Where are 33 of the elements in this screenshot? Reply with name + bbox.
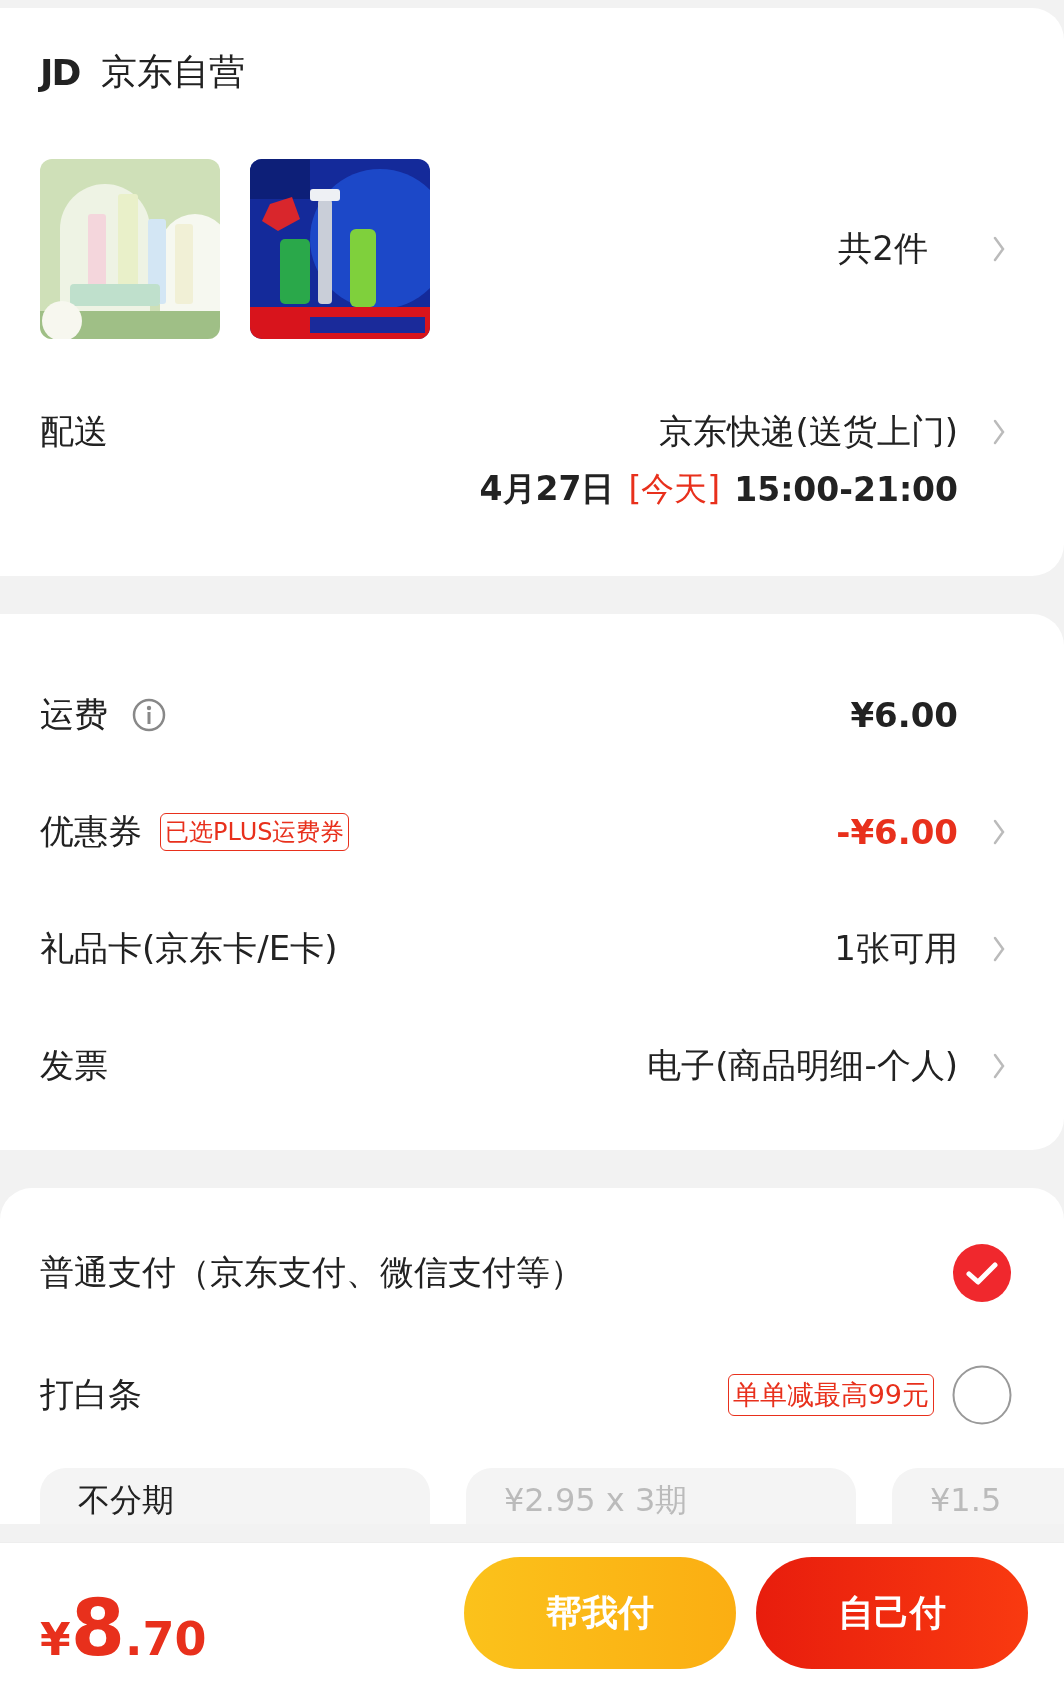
delivery-date: 4月27日 bbox=[479, 468, 615, 510]
row-value[interactable]: 1张可用 bbox=[834, 925, 958, 972]
pay-button[interactable]: 自己付 bbox=[756, 1557, 1028, 1669]
chevron-icon bbox=[992, 235, 1006, 263]
chevron-icon bbox=[992, 1051, 1006, 1080]
total-price: 8 bbox=[70, 1583, 125, 1673]
coupon-tag: 已选PLUS运费券 bbox=[160, 812, 350, 851]
delivery-method[interactable]: 京东快递(送货上门) bbox=[659, 409, 958, 455]
info-icon[interactable] bbox=[132, 697, 166, 732]
radio-button[interactable] bbox=[952, 1365, 1012, 1425]
promo-tag: 单单减最高99元 bbox=[727, 1374, 934, 1416]
store-name: 京东自营 bbox=[101, 50, 246, 94]
store-logo: JD bbox=[40, 52, 80, 93]
payment-option[interactable]: 打白条 bbox=[40, 1372, 142, 1418]
chevron-icon bbox=[992, 817, 1006, 846]
installment-option[interactable]: 不分期 bbox=[40, 1468, 430, 1524]
row-label: 礼品卡(京东卡/E卡) bbox=[40, 926, 338, 970]
item-count[interactable]: 共2件 bbox=[838, 226, 928, 272]
row-label: 运费 bbox=[40, 692, 108, 736]
row-value[interactable]: 电子(商品明细-个人) bbox=[647, 1042, 958, 1089]
check-icon[interactable] bbox=[952, 1243, 1012, 1303]
row-label: 发票 bbox=[40, 1043, 108, 1087]
currency-sign: ¥ bbox=[40, 1614, 71, 1665]
chevron-icon bbox=[992, 418, 1006, 446]
row-value[interactable]: -¥6.00 bbox=[836, 811, 958, 852]
chevron-icon bbox=[992, 934, 1006, 963]
payment-option[interactable]: 普通支付（京东支付、微信支付等） bbox=[40, 1250, 584, 1296]
day-tag: [今天] bbox=[628, 467, 721, 512]
row-label: 配送 bbox=[40, 410, 108, 453]
delivery-time: 15:00-21:00 bbox=[734, 470, 958, 509]
row-value: ¥6.00 bbox=[850, 694, 958, 735]
row-label: 优惠券 bbox=[40, 809, 142, 853]
price-decimal: .70 bbox=[124, 1612, 207, 1666]
